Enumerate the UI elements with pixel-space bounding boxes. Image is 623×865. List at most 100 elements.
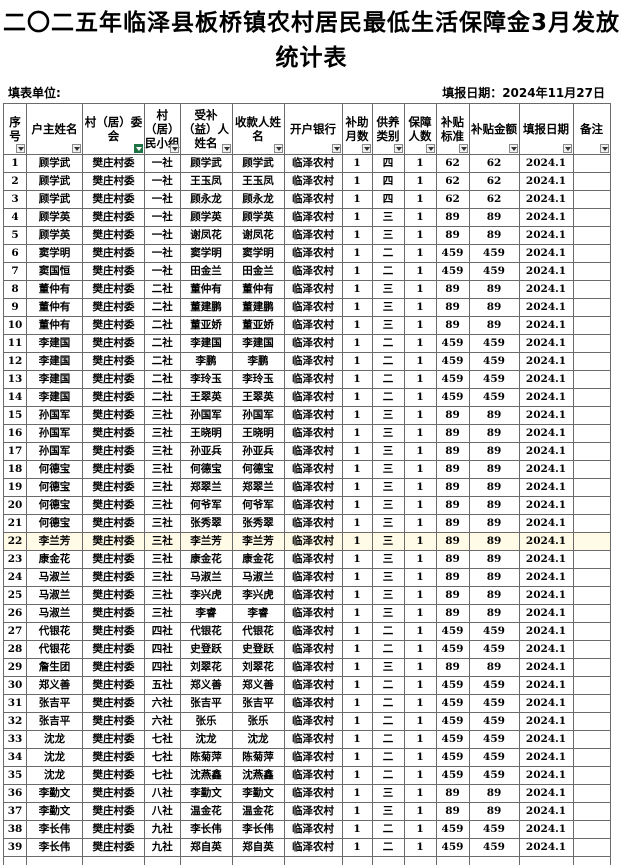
filter-dropdown-icon[interactable]	[332, 144, 341, 153]
cell-head-name[interactable]: 李勤文	[27, 785, 83, 803]
filter-dropdown-icon[interactable]	[426, 144, 435, 153]
cell-months[interactable]: 1	[342, 515, 372, 533]
cell-remark[interactable]	[573, 785, 610, 803]
table-row[interactable]: 31张吉平樊庄村委六社张吉平张吉平临泽农村1二14594592024.1	[4, 695, 611, 713]
cell-bank[interactable]: 临泽农村	[284, 767, 342, 785]
cell-standard[interactable]: 459	[436, 731, 469, 749]
cell-group[interactable]: 一社	[145, 191, 181, 209]
cell-bank[interactable]: 临泽农村	[284, 209, 342, 227]
cell-remark[interactable]	[573, 263, 610, 281]
cell-amount[interactable]: 89	[469, 659, 519, 677]
cell-group[interactable]: 三社	[145, 605, 181, 623]
cell-seq[interactable]: 14	[4, 389, 27, 407]
table-row[interactable]: 29詹生团樊庄村委四社刘翠花刘翠花临泽农村1三189892024.1	[4, 659, 611, 677]
cell-report-date[interactable]: 2024.1	[519, 677, 573, 695]
cell-group[interactable]: 一社	[145, 227, 181, 245]
cell-amount[interactable]: 459	[469, 731, 519, 749]
cell-support-type[interactable]: 二	[372, 839, 404, 857]
cell-months[interactable]: 1	[342, 155, 372, 173]
cell-payee[interactable]: 李建国	[232, 335, 284, 353]
cell-support-type[interactable]: 二	[372, 767, 404, 785]
cell-payee[interactable]: 李睿	[232, 605, 284, 623]
cell-seq[interactable]: 38	[4, 821, 27, 839]
cell-standard[interactable]: 62	[436, 155, 469, 173]
cell-head-name[interactable]: 何德宝	[27, 497, 83, 515]
cell-payee[interactable]: 刘翠花	[232, 659, 284, 677]
cell-support-type[interactable]: 二	[372, 335, 404, 353]
cell-amount[interactable]: 89	[469, 227, 519, 245]
cell-bank[interactable]: 临泽农村	[284, 281, 342, 299]
cell-head-name[interactable]: 代银花	[27, 641, 83, 659]
cell-report-date[interactable]: 2024.1	[519, 371, 573, 389]
cell-months[interactable]: 1	[342, 695, 372, 713]
cell-group[interactable]: 八社	[145, 803, 181, 821]
cell-village[interactable]: 樊庄村委	[83, 335, 145, 353]
cell-bank[interactable]: 临泽农村	[284, 839, 342, 857]
cell-seq[interactable]: 10	[4, 317, 27, 335]
cell-report-date[interactable]: 2024.1	[519, 245, 573, 263]
cell-group[interactable]: 六社	[145, 713, 181, 731]
cell-report-date[interactable]: 2024.1	[519, 353, 573, 371]
cell-amount[interactable]: 89	[469, 209, 519, 227]
cell-report-date[interactable]: 2024.1	[519, 749, 573, 767]
cell-support-type[interactable]: 二	[372, 389, 404, 407]
cell-standard[interactable]: 459	[436, 695, 469, 713]
table-row[interactable]: 38李长伟樊庄村委九社李长伟李长伟临泽农村1二14594592024.1	[4, 821, 611, 839]
cell-remark[interactable]	[573, 749, 610, 767]
cell-amount[interactable]: 459	[469, 353, 519, 371]
cell-amount[interactable]: 459	[469, 767, 519, 785]
table-row[interactable]: 19何德宝樊庄村委三社郑翠兰郑翠兰临泽农村1三189892024.1	[4, 479, 611, 497]
cell-report-date[interactable]: 2024.1	[519, 425, 573, 443]
table-row[interactable]: 25马淑兰樊庄村委三社李兴虎李兴虎临泽农村1三189892024.1	[4, 587, 611, 605]
cell-village[interactable]: 樊庄村委	[83, 713, 145, 731]
cell-persons[interactable]: 1	[404, 407, 436, 425]
cell-amount[interactable]: 459	[469, 389, 519, 407]
cell-seq[interactable]: 4	[4, 209, 27, 227]
cell-group[interactable]: 一社	[145, 155, 181, 173]
cell-remark[interactable]	[573, 623, 610, 641]
cell-group[interactable]: 二社	[145, 371, 181, 389]
cell-group[interactable]: 三社	[145, 407, 181, 425]
cell-head-name[interactable]: 孙国军	[27, 425, 83, 443]
cell-support-type[interactable]: 三	[372, 443, 404, 461]
cell-months[interactable]: 1	[342, 227, 372, 245]
cell-bank[interactable]: 临泽农村	[284, 191, 342, 209]
cell-persons[interactable]: 1	[404, 515, 436, 533]
cell-persons[interactable]: 1	[404, 461, 436, 479]
cell-persons[interactable]: 1	[404, 641, 436, 659]
cell-beneficiary[interactable]: 张秀翠	[180, 515, 232, 533]
cell-standard[interactable]: 89	[436, 533, 469, 551]
cell-support-type[interactable]: 四	[372, 155, 404, 173]
cell-village[interactable]: 樊庄村委	[83, 209, 145, 227]
cell-support-type[interactable]: 三	[372, 497, 404, 515]
cell-bank[interactable]: 临泽农村	[284, 569, 342, 587]
cell-bank[interactable]: 临泽农村	[284, 803, 342, 821]
table-row[interactable]: 35沈龙樊庄村委七社沈燕鑫沈燕鑫临泽农村1二14594592024.1	[4, 767, 611, 785]
cell-remark[interactable]	[573, 353, 610, 371]
cell-standard[interactable]: 89	[436, 443, 469, 461]
cell-head-name[interactable]: 李建国	[27, 371, 83, 389]
cell-remark[interactable]	[573, 371, 610, 389]
cell-persons[interactable]: 1	[404, 227, 436, 245]
cell-report-date[interactable]: 2024.1	[519, 497, 573, 515]
cell-report-date[interactable]: 2024.1	[519, 803, 573, 821]
cell-bank[interactable]: 临泽农村	[284, 245, 342, 263]
cell-standard[interactable]: 89	[436, 785, 469, 803]
cell-head-name[interactable]: 何德宝	[27, 461, 83, 479]
cell-report-date[interactable]: 2024.1	[519, 227, 573, 245]
cell-payee[interactable]: 史登跃	[232, 641, 284, 659]
cell-report-date[interactable]: 2024.1	[519, 515, 573, 533]
cell-standard[interactable]: 89	[436, 479, 469, 497]
cell-persons[interactable]: 1	[404, 389, 436, 407]
cell-head-name[interactable]: 李勤文	[27, 803, 83, 821]
cell-report-date[interactable]: 2024.1	[519, 641, 573, 659]
cell-remark[interactable]	[573, 641, 610, 659]
cell-report-date[interactable]: 2024.1	[519, 605, 573, 623]
cell-standard[interactable]: 459	[436, 335, 469, 353]
cell-months[interactable]: 1	[342, 299, 372, 317]
cell-report-date[interactable]: 2024.1	[519, 569, 573, 587]
cell-payee[interactable]: 王晓明	[232, 425, 284, 443]
cell-standard[interactable]: 62	[436, 173, 469, 191]
cell-standard[interactable]: 459	[436, 839, 469, 857]
cell-support-type[interactable]: 三	[372, 407, 404, 425]
